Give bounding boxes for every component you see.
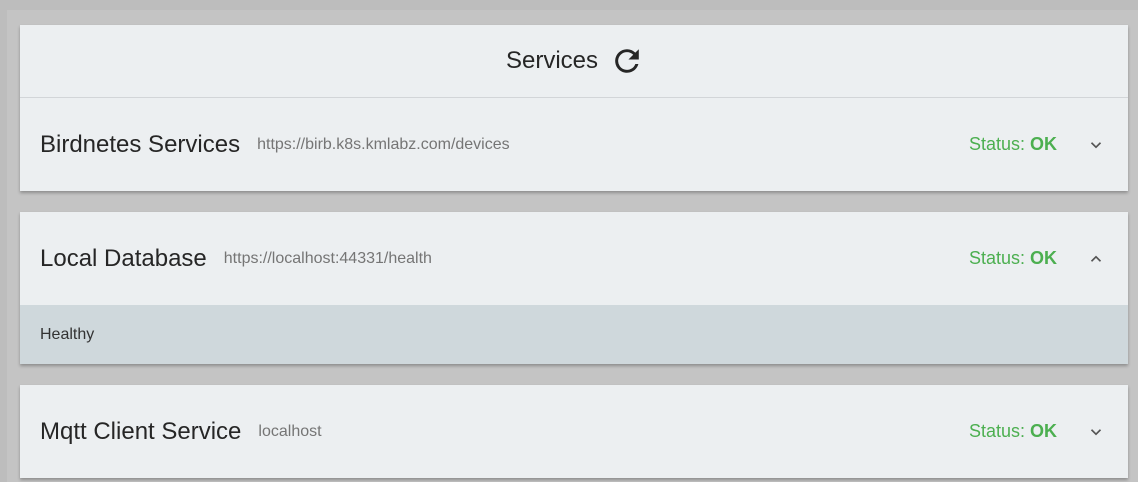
status-indicator: Status: OK: [969, 248, 1057, 269]
services-header: Services: [20, 25, 1128, 98]
service-url: https://birb.k8s.kmlabz.com/devices: [257, 135, 510, 153]
status-value: OK: [1030, 248, 1057, 268]
service-name: Local Database: [40, 244, 207, 272]
service-row-birdnetes[interactable]: Birdnetes Services https://birb.k8s.kmla…: [20, 98, 1128, 191]
service-url: https://localhost:44331/health: [223, 249, 432, 267]
service-url: localhost: [258, 422, 322, 440]
service-card-local-database: Local Database https://localhost:44331/h…: [20, 212, 1128, 364]
status-label: Status:: [968, 134, 1030, 154]
status-value: OK: [1030, 134, 1057, 154]
service-name: Mqtt Client Service: [40, 417, 242, 445]
status-indicator: Status: OK: [969, 134, 1057, 155]
chevron-up-icon[interactable]: [1087, 250, 1105, 268]
service-row-mqtt[interactable]: Mqtt Client Service localhost Status: OK: [20, 385, 1128, 478]
page-title: Services: [505, 47, 599, 74]
service-card-mqtt: Mqtt Client Service localhost Status: OK: [20, 385, 1128, 478]
status-label: Status:: [968, 248, 1030, 268]
status-value: OK: [1030, 421, 1057, 441]
chevron-down-icon[interactable]: [1087, 136, 1105, 154]
service-row-local-database[interactable]: Local Database https://localhost:44331/h…: [20, 212, 1128, 305]
service-detail-text: Healthy: [40, 325, 95, 343]
status-indicator: Status: OK: [969, 421, 1057, 442]
refresh-icon[interactable]: [612, 46, 642, 76]
service-name: Birdnetes Services: [40, 130, 241, 158]
services-header-card: Services Birdnetes Services https://birb…: [20, 25, 1128, 191]
chevron-down-icon[interactable]: [1087, 423, 1105, 441]
service-detail-panel: Healthy: [20, 305, 1128, 364]
status-label: Status:: [968, 421, 1030, 441]
